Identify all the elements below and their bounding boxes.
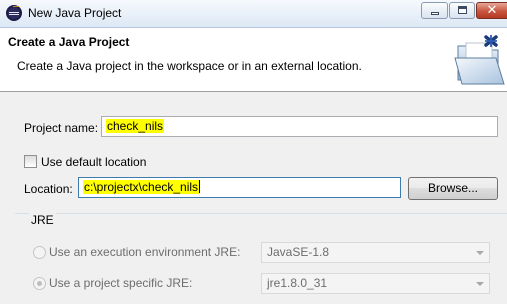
wizard-description: Create a Java project in the workspace o… <box>17 59 362 73</box>
close-icon: ✕ <box>486 2 498 17</box>
execution-environment-label: Use an execution environment JRE: <box>49 245 241 259</box>
use-default-location-checkbox[interactable] <box>24 155 37 168</box>
close-button[interactable]: ✕ <box>476 2 507 19</box>
use-default-location-label[interactable]: Use default location <box>41 155 146 169</box>
project-name-input[interactable]: check_nils <box>101 116 498 137</box>
chevron-down-icon <box>476 282 484 286</box>
title-bar: New Java Project ✕ <box>0 0 507 28</box>
project-specific-jre-value: jre1.8.0_31 <box>267 276 328 290</box>
location-label: Location: <box>24 182 73 196</box>
window-title: New Java Project <box>28 6 122 20</box>
minimize-icon <box>431 12 439 15</box>
new-java-project-folder-icon <box>454 35 505 85</box>
project-specific-jre-label: Use a project specific JRE: <box>49 276 193 290</box>
project-name-value: check_nils <box>106 119 165 133</box>
project-specific-jre-select[interactable]: jre1.8.0_31 <box>261 273 490 294</box>
maximize-button[interactable] <box>449 2 475 19</box>
location-input[interactable]: c:\projectx\check_nils <box>78 177 401 198</box>
maximize-icon <box>458 6 467 14</box>
execution-environment-radio[interactable] <box>33 246 46 259</box>
project-specific-jre-radio[interactable] <box>33 277 46 290</box>
execution-environment-value: JavaSE-1.8 <box>267 245 330 259</box>
execution-environment-select[interactable]: JavaSE-1.8 <box>261 242 490 263</box>
project-name-label: Project name: <box>24 121 99 135</box>
location-value: c:\projectx\check_nils <box>83 180 200 194</box>
browse-button[interactable]: Browse... <box>408 177 498 200</box>
text-caret <box>199 180 201 193</box>
wizard-title: Create a Java Project <box>8 35 130 49</box>
minimize-button[interactable] <box>421 2 448 19</box>
jre-group-label: JRE <box>29 213 56 227</box>
chevron-down-icon <box>476 251 484 255</box>
wizard-banner: Create a Java Project Create a Java proj… <box>0 28 507 92</box>
eclipse-icon <box>6 5 22 21</box>
